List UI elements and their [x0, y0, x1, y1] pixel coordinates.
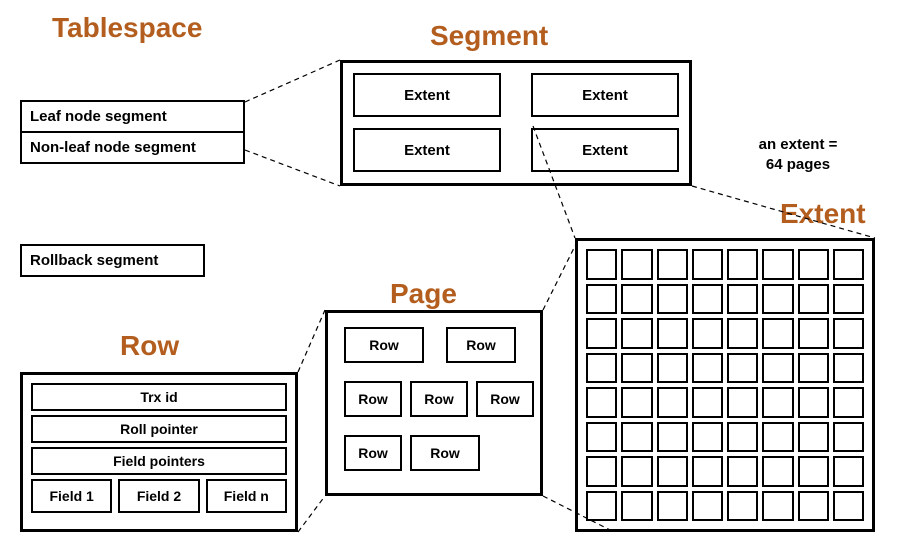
title-row: Row [120, 330, 179, 362]
extent-page-cell [692, 318, 723, 349]
extent-page-cell [692, 284, 723, 315]
extent-cell: Extent [531, 128, 679, 172]
note-line2: 64 pages [766, 156, 830, 173]
extent-page-cell [798, 318, 829, 349]
extent-page-cell [586, 491, 617, 522]
extent-page-cell [621, 491, 652, 522]
extent-page-cell [657, 387, 688, 418]
extent-page-cell [798, 387, 829, 418]
extent-page-cell [762, 318, 793, 349]
row-trx-id: Trx id [31, 383, 287, 411]
extent-page-cell [657, 456, 688, 487]
extent-page-cell [657, 491, 688, 522]
page-row-cell: Row [344, 327, 424, 363]
extent-page-cell [833, 249, 864, 280]
extent-page-cell [833, 353, 864, 384]
extent-page-cell [833, 422, 864, 453]
extent-page-cell [586, 318, 617, 349]
page-row-cell: Row [344, 381, 402, 417]
extent-page-cell [762, 284, 793, 315]
extent-page-cell [657, 284, 688, 315]
extent-page-cell [621, 387, 652, 418]
extent-page-cell [762, 456, 793, 487]
extent-page-cell [657, 249, 688, 280]
extent-page-cell [798, 353, 829, 384]
extent-page-cell [798, 422, 829, 453]
row-field-pointers: Field pointers [31, 447, 287, 475]
extent-page-cell [621, 456, 652, 487]
extent-page-cell [727, 318, 758, 349]
extent-page-cell [762, 491, 793, 522]
extent-page-cell [833, 387, 864, 418]
extent-page-cell [798, 456, 829, 487]
note-line1: an extent = [759, 136, 838, 153]
extent-page-cell [692, 387, 723, 418]
row-roll-pointer: Roll pointer [31, 415, 287, 443]
extent-page-cell [762, 387, 793, 418]
segment-leaf-node: Leaf node segment [22, 102, 243, 133]
page-row-cell: Row [446, 327, 516, 363]
extent-page-cell [657, 422, 688, 453]
extent-note: an extent = 64 pages [723, 135, 873, 174]
extent-page-cell [586, 387, 617, 418]
extent-page-cell [833, 318, 864, 349]
page-row-cell: Row [476, 381, 534, 417]
extent-page-cell [586, 456, 617, 487]
extent-page-cell [692, 353, 723, 384]
extent-page-cell [657, 353, 688, 384]
extent-page-cell [692, 456, 723, 487]
extent-page-cell [621, 284, 652, 315]
title-page: Page [390, 278, 457, 310]
segment-non-leaf-node: Non-leaf node segment [22, 133, 243, 162]
extent-page-cell [621, 353, 652, 384]
title-extent: Extent [780, 198, 866, 230]
extent-page-cell [727, 491, 758, 522]
extent-page-cell [727, 284, 758, 315]
page-box: Row Row Row Row Row Row Row [325, 310, 543, 496]
row-field-n: Field n [206, 479, 287, 513]
extent-page-cell [833, 284, 864, 315]
extent-page-cell [621, 318, 652, 349]
extent-page-cell [798, 284, 829, 315]
extent-page-cell [798, 491, 829, 522]
extent-page-cell [727, 387, 758, 418]
extent-page-cell [586, 284, 617, 315]
title-tablespace: Tablespace [52, 12, 202, 44]
extent-page-cell [762, 353, 793, 384]
extent-page-cell [586, 422, 617, 453]
extent-cell: Extent [353, 128, 501, 172]
extent-page-cell [762, 422, 793, 453]
extent-page-cell [727, 456, 758, 487]
extent-page-cell [798, 249, 829, 280]
page-row-cell: Row [410, 435, 480, 471]
extent-page-cell [692, 491, 723, 522]
segment-box: Extent Extent Extent Extent [340, 60, 692, 186]
extent-cell: Extent [531, 73, 679, 117]
extent-page-cell [586, 353, 617, 384]
extent-page-cell [692, 422, 723, 453]
page-row-cell: Row [344, 435, 402, 471]
extent-page-cell [833, 456, 864, 487]
extent-page-cell [762, 249, 793, 280]
extent-page-cell [621, 422, 652, 453]
tablespace-segment-list: Leaf node segment Non-leaf node segment [20, 100, 245, 164]
extent-box [575, 238, 875, 532]
extent-page-cell [586, 249, 617, 280]
extent-page-cell [727, 249, 758, 280]
row-field-2: Field 2 [118, 479, 199, 513]
title-segment: Segment [430, 20, 548, 52]
row-field-1: Field 1 [31, 479, 112, 513]
extent-page-cell [657, 318, 688, 349]
rollback-segment: Rollback segment [20, 244, 205, 277]
extent-page-cell [692, 249, 723, 280]
extent-cell: Extent [353, 73, 501, 117]
extent-page-cell [727, 422, 758, 453]
extent-page-cell [727, 353, 758, 384]
row-box: Trx id Roll pointer Field pointers Field… [20, 372, 298, 532]
extent-page-cell [621, 249, 652, 280]
page-row-cell: Row [410, 381, 468, 417]
extent-page-cell [833, 491, 864, 522]
